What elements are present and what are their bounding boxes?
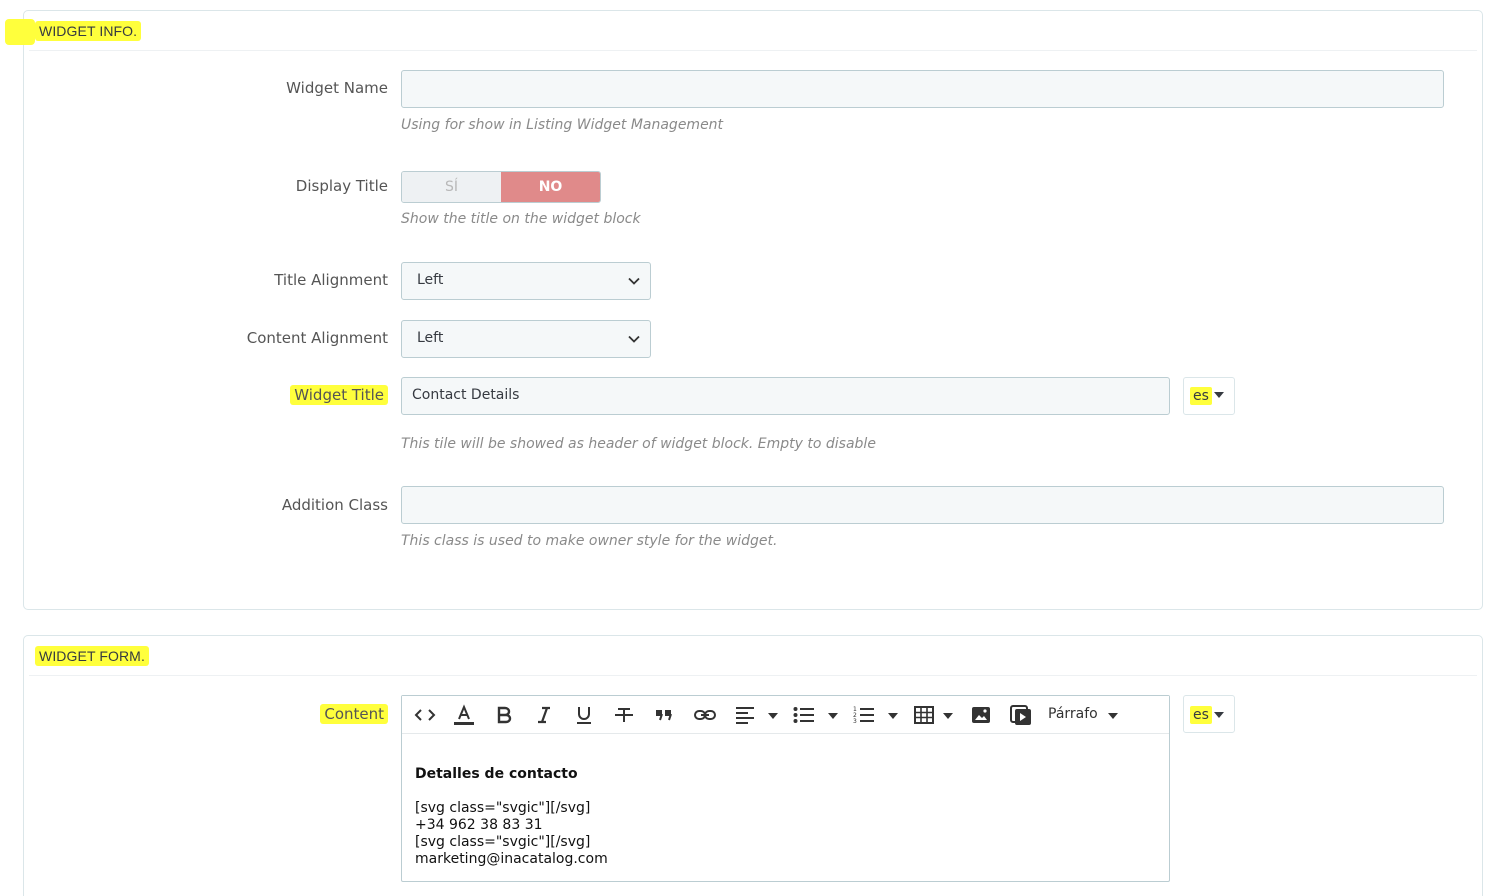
widget-name-label: Widget Name	[286, 79, 388, 97]
display-title-help: Show the title on the widget block	[401, 211, 641, 227]
caret-down-icon[interactable]	[943, 713, 953, 719]
content-alignment-value: Left	[417, 330, 444, 346]
addition-class-label: Addition Class	[281, 496, 388, 514]
panel-heading: WIDGET INFO.	[5, 11, 1477, 51]
align-icon[interactable]	[734, 703, 756, 727]
content-heading: Detalles de contacto	[415, 766, 578, 782]
content-alignment-select[interactable]: Left	[401, 320, 651, 358]
addition-class-input[interactable]	[401, 486, 1444, 524]
paragraph-format-dropdown[interactable]: Párrafo	[1048, 706, 1098, 722]
rich-text-editor[interactable]: 123 Párrafo Detalles de contacto [svg cl…	[401, 695, 1170, 882]
display-title-label: Display Title	[295, 177, 388, 195]
italic-icon[interactable]	[535, 703, 553, 727]
bulleted-list-icon[interactable]	[793, 703, 815, 727]
title-alignment-label: Title Alignment	[274, 271, 388, 289]
panel-title-widget-info: WIDGET INFO.	[35, 21, 142, 41]
addition-class-help: This class is used to make owner style f…	[401, 533, 778, 549]
widget-name-input[interactable]	[401, 70, 1444, 108]
caret-down-icon	[1214, 392, 1224, 398]
switch-option-yes[interactable]: SÍ	[402, 172, 501, 202]
language-code: es	[1190, 387, 1212, 405]
widget-name-help: Using for show in Listing Widget Managem…	[401, 117, 724, 133]
title-alignment-value: Left	[417, 272, 444, 288]
numbered-list-icon[interactable]: 123	[853, 703, 875, 727]
content-line: [svg class="svgic"][/svg]	[415, 834, 591, 850]
switch-option-no[interactable]: NO	[501, 172, 600, 202]
caret-down-icon[interactable]	[828, 713, 838, 719]
caret-down-icon[interactable]	[768, 713, 778, 719]
content-line: marketing@inacatalog.com	[415, 851, 608, 867]
editor-toolbar: 123 Párrafo	[402, 696, 1169, 734]
blockquote-icon[interactable]	[655, 703, 673, 727]
svg-text:3: 3	[853, 718, 857, 725]
widget-title-language-button[interactable]: es	[1183, 377, 1235, 415]
panel-heading: WIDGET FORM.	[29, 636, 1477, 676]
link-icon[interactable]	[693, 703, 717, 727]
strikethrough-icon[interactable]	[614, 703, 634, 727]
table-icon[interactable]	[913, 703, 935, 727]
language-code: es	[1190, 706, 1212, 724]
video-icon[interactable]	[1010, 703, 1032, 727]
widget-title-label: Widget Title	[290, 385, 388, 405]
widget-title-input[interactable]: Contact Details	[401, 377, 1170, 415]
content-line: [svg class="svgic"][/svg]	[415, 800, 591, 816]
content-label: Content	[320, 704, 388, 724]
bold-icon[interactable]	[495, 703, 513, 727]
caret-down-icon[interactable]	[888, 713, 898, 719]
widget-title-help: This tile will be showed as header of wi…	[401, 436, 876, 452]
content-line: +34 962 38 83 31	[415, 817, 543, 833]
caret-down-icon	[1214, 712, 1224, 718]
highlight-mark	[5, 19, 35, 45]
content-alignment-label: Content Alignment	[246, 329, 388, 347]
display-title-switch[interactable]: SÍ NO	[401, 171, 601, 203]
underline-icon[interactable]	[575, 703, 593, 727]
editor-content[interactable]: Detalles de contacto [svg class="svgic"]…	[415, 766, 608, 868]
image-icon[interactable]	[970, 703, 992, 727]
caret-down-icon[interactable]	[1108, 713, 1118, 719]
panel-title-widget-form: WIDGET FORM.	[35, 646, 149, 666]
content-language-button[interactable]: es	[1183, 695, 1235, 733]
title-alignment-select[interactable]: Left	[401, 262, 651, 300]
chevron-down-icon	[628, 335, 640, 343]
chevron-down-icon	[628, 277, 640, 285]
text-color-icon[interactable]	[453, 703, 475, 727]
code-view-icon[interactable]	[414, 703, 436, 727]
